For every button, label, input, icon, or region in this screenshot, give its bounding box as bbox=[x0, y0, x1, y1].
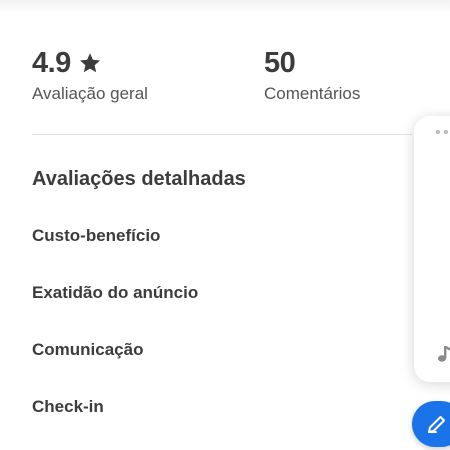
list-item: Custo-benefício bbox=[32, 226, 161, 245]
list-item: Comunicação bbox=[32, 340, 144, 359]
comments-count-label: Comentários bbox=[264, 84, 361, 103]
edit-icon bbox=[428, 416, 445, 433]
music-note-icon[interactable] bbox=[434, 344, 450, 364]
comments-count[interactable]: 50 Comentários bbox=[264, 46, 360, 104]
floating-media-card[interactable] bbox=[414, 116, 450, 382]
divider bbox=[32, 134, 412, 135]
edit-fab-button[interactable] bbox=[412, 401, 450, 447]
detailed-ratings-list: Custo-benefício Exatidão do anúncio Comu… bbox=[32, 226, 198, 450]
detailed-ratings-title: Avaliações detalhadas bbox=[32, 168, 246, 190]
star-icon bbox=[78, 51, 102, 75]
list-item: Check-in bbox=[32, 397, 104, 416]
more-dots-icon[interactable] bbox=[436, 130, 448, 134]
top-fade bbox=[0, 0, 450, 14]
reviews-page: 4.9 Avaliação geral 50 Comentários Avali… bbox=[0, 0, 450, 450]
list-item: Exatidão do anúncio bbox=[32, 283, 199, 302]
comments-count-value: 50 bbox=[264, 46, 296, 79]
overall-rating: 4.9 Avaliação geral bbox=[32, 46, 148, 104]
overall-rating-label: Avaliação geral bbox=[32, 84, 148, 103]
rating-summary: 4.9 Avaliação geral 50 Comentários bbox=[32, 46, 432, 110]
overall-rating-value: 4.9 bbox=[32, 46, 71, 79]
